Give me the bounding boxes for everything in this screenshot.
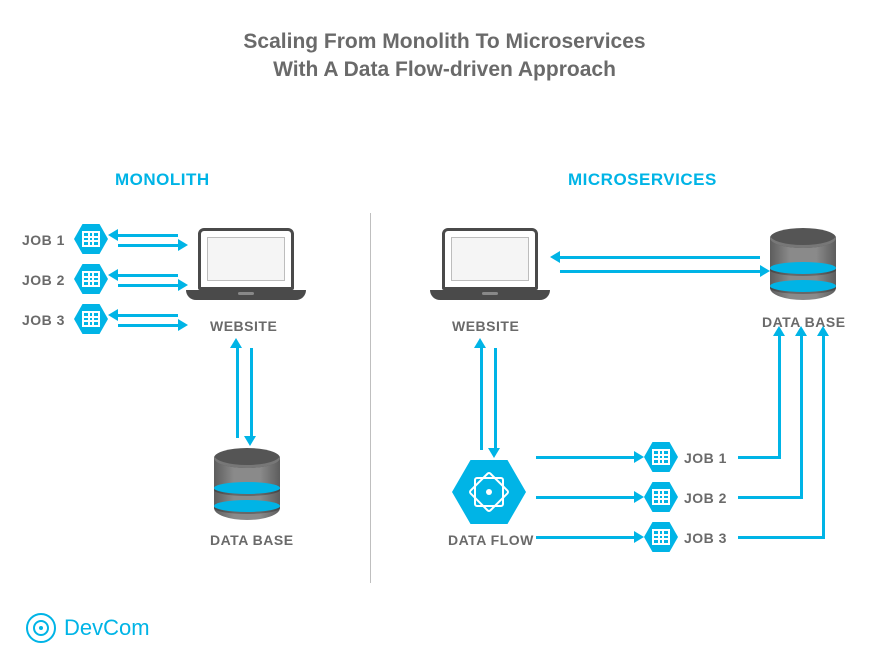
arrow-head-icon — [773, 326, 785, 336]
arrow-line — [250, 348, 253, 438]
arrow-line — [494, 348, 497, 450]
arrow-line — [560, 270, 760, 273]
arrow-line — [738, 536, 822, 539]
arrow-line — [118, 314, 178, 317]
brand-mark-icon — [26, 613, 56, 643]
laptop-icon — [430, 228, 550, 313]
monolith-job-1-label: JOB 1 — [22, 232, 65, 248]
micro-website-label: WEBSITE — [452, 318, 519, 334]
arrow-line — [118, 324, 178, 327]
arrow-head-icon — [488, 448, 500, 458]
monolith-job-3-label: JOB 3 — [22, 312, 65, 328]
arrow-line — [738, 496, 800, 499]
dataflow-label: DATA FLOW — [448, 532, 534, 548]
arrow-line — [118, 284, 178, 287]
laptop-icon — [186, 228, 306, 313]
job-hex-icon — [74, 304, 108, 334]
arrow-line — [560, 256, 760, 259]
diagram-title: Scaling From Monolith To Microservices W… — [0, 28, 889, 85]
arrow-head-icon — [108, 309, 118, 321]
micro-job-1-label: JOB 1 — [684, 450, 727, 466]
arrow-head-icon — [760, 265, 770, 277]
arrow-line — [118, 234, 178, 237]
arrow-line — [480, 348, 483, 450]
arrow-head-icon — [634, 491, 644, 503]
microservices-heading: MICROSERVICES — [568, 170, 717, 190]
arrow-head-icon — [108, 269, 118, 281]
arrow-line — [800, 336, 803, 499]
title-line-2: With A Data Flow-driven Approach — [0, 56, 889, 84]
micro-job-2-label: JOB 2 — [684, 490, 727, 506]
arrow-head-icon — [795, 326, 807, 336]
monolith-job-2-label: JOB 2 — [22, 272, 65, 288]
arrow-line — [236, 348, 239, 438]
arrow-head-icon — [550, 251, 560, 263]
arrow-head-icon — [634, 531, 644, 543]
database-icon — [770, 228, 836, 306]
job-hex-icon — [74, 224, 108, 254]
brand-logo: DevCom — [26, 613, 150, 643]
arrow-head-icon — [244, 436, 256, 446]
arrow-line — [536, 496, 634, 499]
job-hex-icon — [644, 482, 678, 512]
arrow-head-icon — [108, 229, 118, 241]
arrow-head-icon — [178, 279, 188, 291]
job-hex-icon — [74, 264, 108, 294]
title-line-1: Scaling From Monolith To Microservices — [0, 28, 889, 56]
arrow-head-icon — [817, 326, 829, 336]
vertical-divider — [370, 213, 371, 583]
arrow-line — [778, 336, 781, 459]
arrow-line — [118, 244, 178, 247]
arrow-head-icon — [178, 239, 188, 251]
arrow-head-icon — [178, 319, 188, 331]
arrow-line — [118, 274, 178, 277]
monolith-heading: MONOLITH — [115, 170, 210, 190]
brand-text: DevCom — [64, 615, 150, 641]
arrow-head-icon — [474, 338, 486, 348]
monolith-website-label: WEBSITE — [210, 318, 277, 334]
job-hex-icon — [644, 442, 678, 472]
arrow-line — [738, 456, 778, 459]
monolith-database-label: DATA BASE — [210, 532, 294, 548]
arrow-line — [536, 456, 634, 459]
micro-job-3-label: JOB 3 — [684, 530, 727, 546]
arrow-line — [822, 336, 825, 539]
job-hex-icon — [644, 522, 678, 552]
dataflow-hex-icon — [452, 460, 526, 524]
database-icon — [214, 448, 280, 526]
arrow-head-icon — [634, 451, 644, 463]
arrow-head-icon — [230, 338, 242, 348]
arrow-line — [536, 536, 634, 539]
